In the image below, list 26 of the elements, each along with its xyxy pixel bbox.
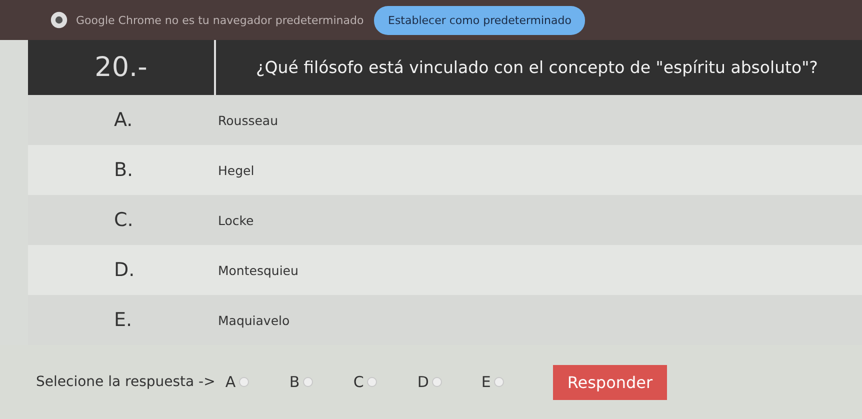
option-text: Montesquieu xyxy=(218,262,298,278)
choice-label: C xyxy=(353,373,364,391)
option-letter: D. xyxy=(113,259,136,281)
choice-label: B xyxy=(289,373,300,391)
choice-label: A xyxy=(225,373,236,391)
choice-label: D xyxy=(417,373,429,391)
set-default-button[interactable]: Establecer como predeterminado xyxy=(374,6,586,34)
option-text: Locke xyxy=(218,212,254,228)
radio-button[interactable] xyxy=(366,377,377,387)
choice-label: E xyxy=(481,373,491,391)
option-text: Rousseau xyxy=(218,112,278,128)
answer-button[interactable]: Responder xyxy=(553,364,667,400)
option-letter: B. xyxy=(113,159,134,181)
option-letter: A. xyxy=(113,109,134,131)
radio-button[interactable] xyxy=(238,377,249,387)
browser-logo-icon xyxy=(50,11,68,29)
option-text: Hegel xyxy=(218,162,254,178)
option-letter: E. xyxy=(113,309,134,331)
infobar-message: Google Chrome no es tu navegador predeterminado xyxy=(76,14,365,26)
question-text: ¿Qué filósofo está vinculado con el concepto de "espíritu absoluto"? xyxy=(255,57,818,79)
option-letter: C. xyxy=(113,209,134,231)
option-text: Maquiavelo xyxy=(218,312,290,328)
radio-button[interactable] xyxy=(432,377,442,387)
answer-prompt: Selecione la respuesta -> xyxy=(36,374,216,390)
radio-button[interactable] xyxy=(494,377,504,387)
radio-button[interactable] xyxy=(302,377,313,387)
